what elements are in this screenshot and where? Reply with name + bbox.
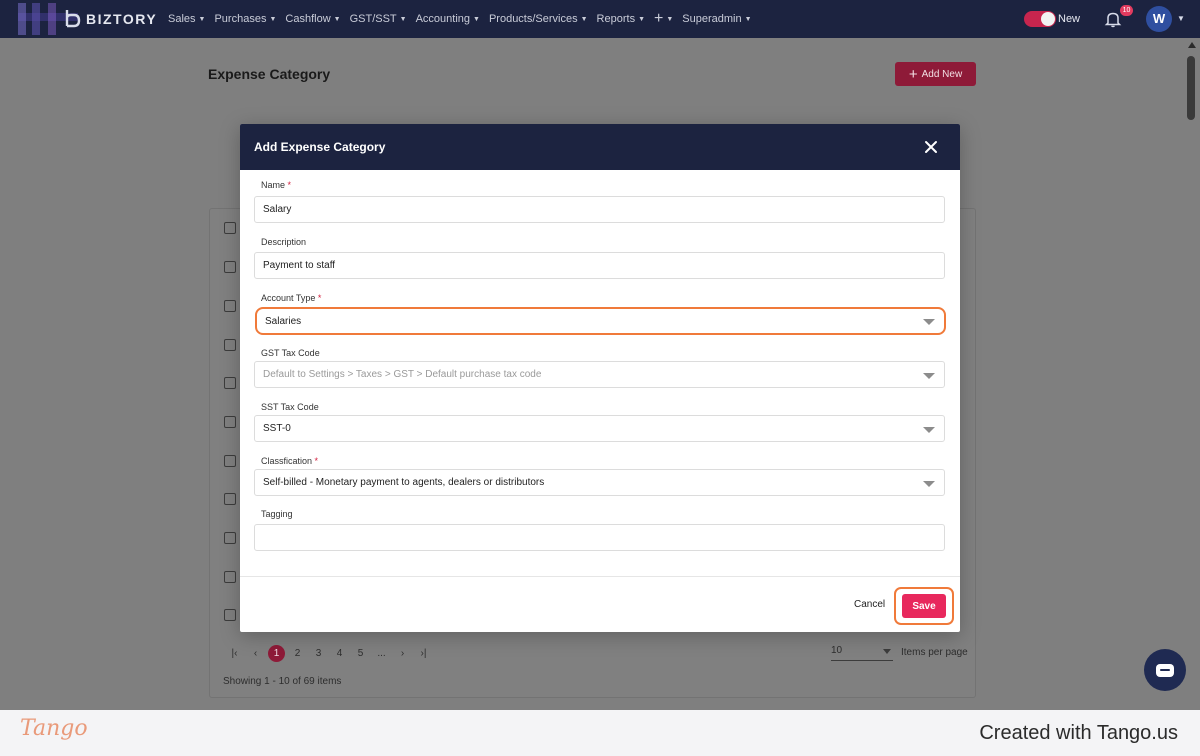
modal-footer: Cancel Save	[240, 576, 960, 632]
cancel-button[interactable]: Cancel	[854, 599, 885, 610]
chevron-down-icon	[923, 319, 935, 325]
chevron-down-icon	[883, 649, 891, 654]
nav-quick-add[interactable]: + ▼	[654, 11, 673, 27]
page-scrollbar[interactable]	[1186, 40, 1198, 708]
name-label: Name *	[261, 180, 292, 190]
row-checkbox[interactable]	[224, 416, 236, 428]
row-checkbox[interactable]	[224, 377, 236, 389]
new-ui-toggle[interactable]	[1024, 11, 1056, 27]
biztory-logo-icon	[65, 10, 81, 28]
items-per-page-label: Items per page	[901, 647, 968, 658]
chevron-down-icon: ▼	[638, 15, 646, 23]
classification-label: Classfication *	[261, 456, 319, 466]
description-label: Description	[261, 237, 307, 247]
page-5[interactable]: 5	[350, 648, 371, 659]
showing-count: Showing 1 - 10 of 69 items	[223, 676, 342, 687]
row-checkbox[interactable]	[224, 493, 236, 505]
nav-purchases[interactable]: Purchases ▼	[214, 13, 276, 25]
chevron-down-icon	[923, 373, 935, 379]
close-icon[interactable]	[924, 140, 938, 154]
sst-tax-code-label: SST Tax Code	[261, 402, 319, 412]
account-type-select[interactable]: Salaries	[255, 307, 946, 335]
scroll-up-icon[interactable]	[1188, 42, 1196, 48]
top-navigation: BIZTORY Sales ▼ Purchases ▼ Cashflow ▼ GST/…	[0, 0, 1200, 38]
brand-logo[interactable]: BIZTORY	[0, 0, 160, 38]
last-page-icon[interactable]: ›|	[413, 648, 434, 659]
first-page-icon[interactable]: |‹	[224, 648, 245, 659]
row-checkbox[interactable]	[224, 261, 236, 273]
toggle-knob	[1041, 12, 1055, 26]
classification-select[interactable]: Self-billed - Monetary payment to agents…	[254, 469, 945, 496]
toggle-label: New	[1058, 13, 1081, 25]
row-checkbox[interactable]	[224, 532, 236, 544]
tango-credit: Created with Tango.us	[979, 722, 1178, 744]
select-all-checkbox[interactable]	[224, 222, 236, 234]
next-page-icon[interactable]: ›	[392, 648, 413, 659]
modal-header: Add Expense Category	[240, 124, 960, 170]
row-checkbox[interactable]	[224, 455, 236, 467]
bell-icon[interactable]	[1104, 10, 1122, 28]
chevron-down-icon: ▼	[744, 15, 752, 23]
pagination: |‹ ‹ 1 2 3 4 5 ... › ›|	[224, 645, 434, 662]
page-3[interactable]: 3	[308, 648, 329, 659]
nav-accounting[interactable]: Accounting ▼	[416, 13, 480, 25]
account-type-label: Account Type *	[261, 293, 322, 303]
save-button-highlight: Save	[894, 587, 954, 625]
save-button[interactable]: Save	[902, 594, 946, 618]
nav-products-services[interactable]: Products/Services ▼	[489, 13, 588, 25]
add-new-button[interactable]: + Add New	[895, 62, 976, 86]
row-checkbox[interactable]	[224, 609, 236, 621]
chevron-down-icon: ▼	[333, 15, 341, 23]
nav-superadmin[interactable]: Superadmin ▼	[682, 13, 751, 25]
chevron-down-icon[interactable]: ▼	[1177, 14, 1185, 23]
user-avatar[interactable]: W	[1146, 6, 1172, 32]
page-ellipsis[interactable]: ...	[371, 648, 392, 659]
chevron-down-icon: ▼	[473, 15, 480, 23]
chat-support-button[interactable]	[1144, 649, 1186, 691]
main-menu: Sales ▼ Purchases ▼ Cashflow ▼ GST/SST ▼ Acc…	[168, 11, 752, 27]
chevron-down-icon: ▼	[580, 15, 588, 23]
row-checkbox[interactable]	[224, 571, 236, 583]
items-per-page-select[interactable]: 10	[831, 645, 893, 661]
prev-page-icon[interactable]: ‹	[245, 648, 266, 659]
tagging-input[interactable]	[254, 524, 945, 551]
gst-tax-code-select[interactable]: Default to Settings > Taxes > GST > Defa…	[254, 361, 945, 388]
sst-tax-code-select[interactable]: SST-0	[254, 415, 945, 442]
row-checkbox[interactable]	[224, 300, 236, 312]
gst-tax-code-label: GST Tax Code	[261, 348, 320, 358]
app-name: BIZTORY	[86, 11, 158, 27]
nav-sales[interactable]: Sales ▼	[168, 13, 205, 25]
plus-icon: +	[654, 10, 664, 27]
chevron-down-icon: ▼	[666, 15, 674, 23]
page-1[interactable]: 1	[268, 645, 285, 662]
chevron-down-icon: ▼	[269, 15, 277, 23]
tango-logo: Tango	[20, 716, 88, 741]
chevron-down-icon: ▼	[198, 15, 206, 23]
notification-badge: 10	[1120, 5, 1133, 16]
chevron-down-icon	[923, 427, 935, 433]
tagging-label: Tagging	[261, 509, 293, 519]
plus-icon: +	[908, 65, 918, 83]
chevron-down-icon: ▼	[399, 15, 407, 23]
nav-cashflow[interactable]: Cashflow ▼	[285, 13, 340, 25]
scroll-thumb[interactable]	[1187, 56, 1195, 120]
chat-icon	[1156, 663, 1174, 677]
description-input[interactable]: Payment to staff	[254, 252, 945, 279]
page-title: Expense Category	[208, 66, 331, 82]
add-expense-category-modal: Add Expense Category Name * Salary Descr…	[240, 124, 960, 632]
nav-gst-sst[interactable]: GST/SST ▼	[350, 13, 407, 25]
chevron-down-icon	[923, 481, 935, 487]
page-4[interactable]: 4	[329, 648, 350, 659]
page-2[interactable]: 2	[287, 648, 308, 659]
nav-reports[interactable]: Reports ▼	[597, 13, 645, 25]
name-input[interactable]: Salary	[254, 196, 945, 223]
modal-title: Add Expense Category	[254, 140, 386, 154]
row-checkbox[interactable]	[224, 339, 236, 351]
